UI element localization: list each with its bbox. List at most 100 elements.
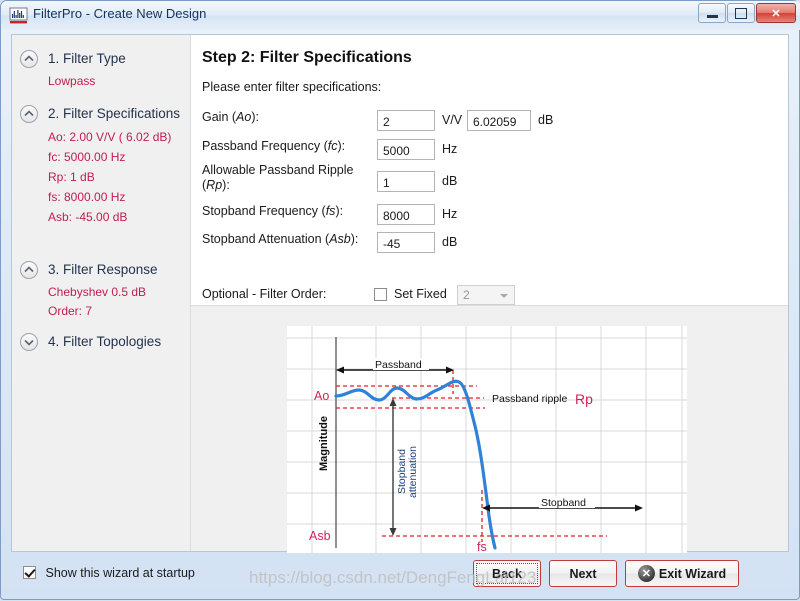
sidebar-item-filter-type[interactable]: 1. Filter Type Lowpass [12, 49, 191, 90]
gain-db-input[interactable] [467, 110, 531, 131]
content-area: 1. Filter Type Lowpass 2. Filter Specifi… [11, 34, 789, 553]
filter-order-select[interactable]: 2 [457, 285, 515, 305]
passband-ripple-label: Passband ripple [492, 393, 567, 405]
filter-response-diagram: Passband Passband ripple Rp Stopband att… [287, 326, 687, 553]
gain-label-symbol: Ao [236, 110, 252, 124]
close-button[interactable]: ✕ [756, 3, 796, 23]
gain-db-unit: dB [538, 113, 554, 127]
sf-label-symbol: fs [325, 204, 336, 218]
exit-wizard-label: Exit Wizard [658, 566, 727, 581]
chevron-up-icon[interactable] [20, 261, 38, 279]
filter-order-value: 2 [463, 288, 470, 302]
sidebar-item-filter-topologies[interactable]: 4. Filter Topologies [12, 332, 191, 352]
passband-frequency-input[interactable] [377, 139, 435, 160]
passband-label: Passband [375, 359, 422, 371]
sidebar-item-label: 3. Filter Response [48, 262, 158, 277]
sidebar-item-header[interactable]: 4. Filter Topologies [12, 332, 191, 352]
sidebar-detail-gain: Ao: 2.00 V/V ( 6.02 dB) [48, 130, 172, 144]
gain-label: Gain (Ao): [202, 110, 382, 125]
sidebar-item-filter-specifications[interactable]: 2. Filter Specifications Ao: 2.00 V/V ( … [12, 104, 191, 226]
sidebar-item-header[interactable]: 3. Filter Response [12, 260, 191, 280]
window-title: FilterPro - Create New Design [33, 6, 207, 21]
passband-ripple-label: Allowable Passband Ripple (Rp): [202, 163, 374, 193]
maximize-icon [735, 7, 747, 19]
stopband-frequency-input[interactable] [377, 204, 435, 225]
minimize-button[interactable] [698, 3, 726, 23]
sa-label-symbol: Asb [329, 232, 351, 246]
next-button[interactable]: Next [549, 560, 617, 587]
close-icon: ✕ [771, 7, 781, 20]
rp-label: Rp [575, 391, 593, 407]
set-fixed-checkbox[interactable] [374, 288, 387, 301]
sidebar-item-label: 1. Filter Type [48, 51, 126, 66]
show-wizard-checkbox[interactable] [23, 566, 36, 579]
filter-response-svg: Passband Passband ripple Rp Stopband att… [287, 326, 687, 553]
stopband-frequency-label: Stopband Frequency (fs): [202, 204, 382, 219]
show-wizard-row[interactable]: Show this wizard at startup [23, 566, 195, 580]
chevron-up-icon[interactable] [20, 105, 38, 123]
passband-frequency-unit: Hz [442, 142, 458, 156]
gain-label-prefix: Gain ( [202, 110, 237, 124]
sf-label-prefix: Stopband Frequency ( [202, 204, 326, 218]
sidebar-detail-fc: fc: 5000.00 Hz [48, 150, 126, 164]
asb-marker-label: Asb [309, 529, 331, 543]
close-circle-icon: ✕ [637, 565, 655, 582]
stopband-attenuation-input[interactable] [377, 232, 435, 253]
form-area: Step 2: Filter Specifications Please ent… [191, 35, 788, 306]
minimize-icon [706, 14, 718, 18]
sidebar-detail-response: Chebyshev 0.5 dB [48, 285, 147, 299]
field-row-gain: Gain (Ao): V/V dB [202, 110, 602, 132]
pf-label-suffix: ): [337, 139, 346, 153]
sa-label-suffix: ): [350, 232, 359, 246]
optional-filter-order-row: Optional - Filter Order: Set Fixed 2 [202, 285, 622, 307]
passband-ripple-input[interactable] [377, 171, 435, 192]
sa-label-prefix: Stopband Attenuation ( [202, 232, 330, 246]
field-row-stopband-frequency: Stopband Frequency (fs): Hz [202, 204, 602, 226]
window-controls: ✕ [698, 3, 796, 23]
next-button-label: Next [569, 566, 597, 581]
pr-label-suffix: ): [222, 178, 230, 192]
sidebar-detail-fs: fs: 8000.00 Hz [48, 190, 126, 204]
chevron-down-icon[interactable] [20, 333, 38, 351]
chevron-down-icon [500, 294, 508, 298]
passband-frequency-label: Passband Frequency (fc): [202, 139, 382, 154]
gain-unit: V/V [442, 113, 463, 127]
page-subtitle: Please enter filter specifications: [202, 80, 382, 94]
stopband-attenuation-label: Stopband Attenuation (Asb): [202, 232, 382, 247]
y-axis-label: Magnitude [318, 416, 330, 471]
field-row-stopband-attenuation: Stopband Attenuation (Asb): dB [202, 232, 602, 254]
page-title: Step 2: Filter Specifications [202, 49, 412, 66]
sidebar-item-header[interactable]: 1. Filter Type [12, 49, 191, 69]
back-button[interactable]: Back [473, 560, 541, 587]
sidebar-item-header[interactable]: 2. Filter Specifications [12, 104, 191, 124]
footer-bar: Show this wizard at startup Back Next ✕ … [1, 552, 800, 601]
maximize-button[interactable] [727, 3, 755, 23]
pr-label-symbol: Rp [206, 178, 223, 192]
stopband-attenuation-text2: attenuation [407, 446, 419, 498]
stopband-frequency-unit: Hz [442, 207, 458, 221]
sidebar-detail-rp: Rp: 1 dB [48, 170, 95, 184]
title-bar: FilterPro - Create New Design ✕ [1, 1, 800, 30]
wizard-sidebar: 1. Filter Type Lowpass 2. Filter Specifi… [12, 35, 191, 551]
filter-order-label: Optional - Filter Order: [202, 287, 327, 301]
exit-wizard-button[interactable]: ✕ Exit Wizard [625, 560, 739, 587]
waveform-icon [9, 6, 28, 25]
wizard-button-row: Back Next ✕ Exit Wizard [473, 560, 739, 587]
sidebar-item-label: 2. Filter Specifications [48, 106, 181, 121]
stopband-label: Stopband [541, 497, 586, 509]
main-panel: Step 2: Filter Specifications Please ent… [191, 35, 788, 553]
field-row-passband-frequency: Passband Frequency (fc): Hz [202, 139, 602, 161]
chevron-up-icon[interactable] [20, 50, 38, 68]
focus-ring [476, 563, 538, 584]
stopband-attenuation-unit: dB [442, 235, 458, 249]
sidebar-item-filter-response[interactable]: 3. Filter Response Chebyshev 0.5 dB Orde… [12, 260, 191, 320]
application-window: FilterPro - Create New Design ✕ 1. Filte… [0, 0, 800, 600]
sidebar-detail-order: Order: 7 [48, 304, 93, 318]
pf-label-symbol: fc [327, 139, 338, 153]
sidebar-detail-asb: Asb: -45.00 dB [48, 210, 128, 224]
sidebar-detail: Lowpass [48, 74, 96, 88]
passband-ripple-unit: dB [442, 174, 458, 188]
gain-input[interactable] [377, 110, 435, 131]
show-wizard-label: Show this wizard at startup [45, 566, 195, 580]
sf-label-suffix: ): [335, 204, 344, 218]
